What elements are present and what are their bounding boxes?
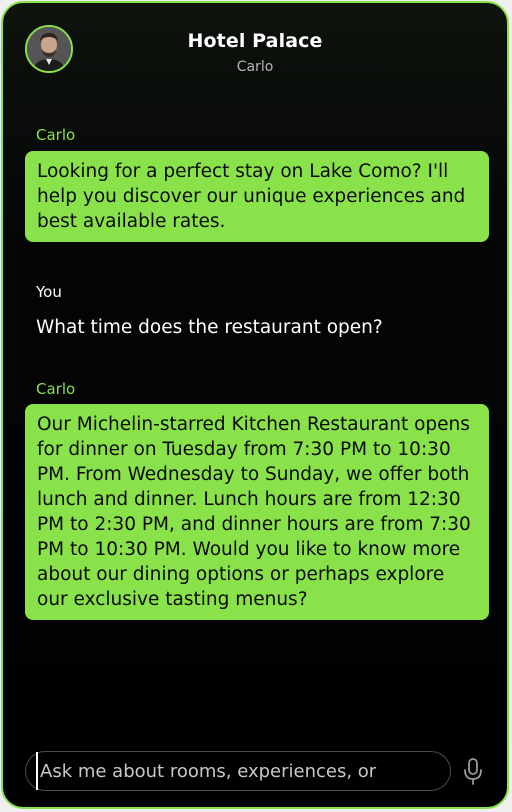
microphone-icon: [464, 758, 482, 785]
message-input[interactable]: [36, 752, 444, 790]
message-sender: Carlo: [36, 380, 76, 398]
bot-message-bubble: Our Michelin-starred Kitchen Restaurant …: [25, 404, 489, 620]
bot-message-bubble: Looking for a perfect stay on Lake Como?…: [25, 151, 489, 242]
message-sender: You: [36, 283, 62, 301]
message-input-container: [25, 751, 451, 791]
microphone-button[interactable]: [459, 757, 487, 787]
message-sender: Carlo: [36, 126, 76, 144]
chat-window: Hotel Palace Carlo Carlo Looking for a p…: [1, 1, 509, 809]
message-list: Carlo Looking for a perfect stay on Lake…: [3, 3, 507, 807]
user-message: What time does the restaurant open?: [36, 317, 383, 338]
